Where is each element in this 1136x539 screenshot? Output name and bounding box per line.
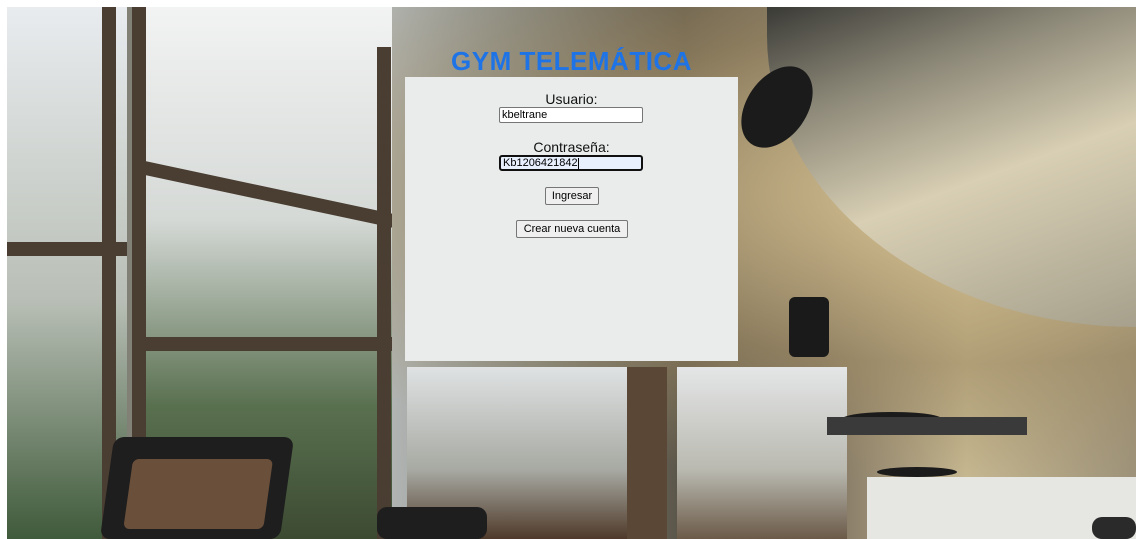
ceiling-fan-icon (877, 467, 957, 477)
page-title: GYM TELEMÁTICA (451, 46, 692, 76)
password-value: Kb1206421842 (503, 157, 578, 169)
login-button[interactable]: Ingresar (545, 187, 599, 205)
window-frame (377, 47, 391, 539)
treadmill-console (377, 507, 487, 539)
window-frame (142, 337, 392, 351)
text-caret (577, 157, 579, 169)
ceiling-panels (767, 7, 1136, 327)
treadmill-screen (123, 459, 274, 529)
password-input[interactable]: Kb1206421842 (499, 155, 643, 171)
create-account-button[interactable]: Crear nueva cuenta (516, 220, 628, 238)
gym-machine (1092, 517, 1136, 539)
treadmill-console (99, 437, 295, 539)
window-frame (7, 242, 127, 256)
username-label: Usuario: (545, 91, 598, 107)
ceiling-duct (827, 417, 1027, 435)
username-input[interactable]: kbeltrane (499, 107, 643, 123)
speaker-icon (789, 297, 829, 357)
window-frame (627, 367, 667, 539)
password-label: Contraseña: (533, 139, 610, 155)
window-pane (677, 367, 847, 539)
login-panel: Usuario: kbeltrane Contraseña: Kb1206421… (405, 77, 738, 361)
username-value: kbeltrane (502, 109, 548, 121)
